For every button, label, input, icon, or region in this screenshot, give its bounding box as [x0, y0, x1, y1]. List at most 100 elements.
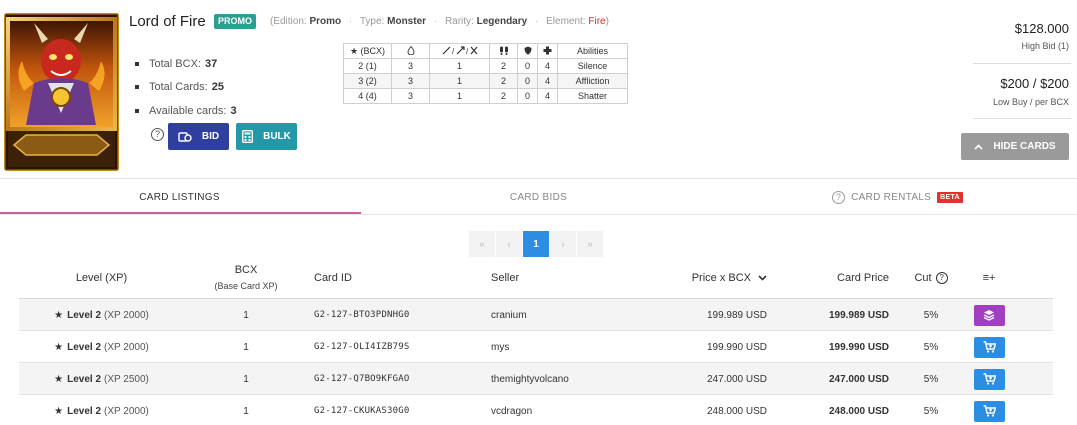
help-icon: ? — [935, 271, 948, 284]
card-id-cell: G2-127-CKUKAS30G0 — [314, 406, 410, 416]
cut-cell: 5% — [923, 405, 939, 417]
table-row: ★ Level 2 (XP 2000) 1 G2-127-OLI4IZB79S mys 19… — [19, 331, 1053, 363]
cart-icon — [983, 341, 996, 353]
level-table-header: ★ (BCX) / / Abilities — [343, 43, 628, 59]
level-cell: ★ Level 2 (XP 2000) — [54, 309, 149, 321]
card-price-column-header[interactable]: Card Price — [779, 256, 889, 299]
bcx-cell: 1 — [243, 405, 249, 417]
level-cell: ★ Level 2 (XP 2000) — [54, 341, 149, 353]
bid-icon — [178, 131, 192, 142]
cut-cell: 5% — [923, 341, 939, 353]
stack-button[interactable] — [973, 304, 1005, 326]
chevron-up-icon — [974, 143, 983, 150]
calculator-icon — [242, 130, 254, 143]
table-row: ★ Level 2 (XP 2000) 1 G2-127-BTO3PDNHG0 crani… — [19, 299, 1053, 331]
rarity-value: Legendary — [476, 16, 528, 27]
bcx-cell: 1 — [243, 309, 249, 321]
card-price-cell: 248.000 USD — [828, 405, 889, 417]
card-id-cell: G2-127-OLI4IZB79S — [314, 342, 410, 352]
price-bcx-cell: 199.990 USD — [706, 341, 767, 353]
level-cell: ★ Level 2 (XP 2000) — [54, 405, 149, 417]
last-page-button[interactable]: » — [577, 231, 603, 257]
svg-text:/: / — [466, 47, 469, 55]
listings-body: ★ Level 2 (XP 2000) 1 G2-127-BTO3PDNHG0 crani… — [19, 299, 1053, 425]
card-id-column-header[interactable]: Card ID — [314, 256, 474, 299]
star-icon: ★ — [54, 309, 64, 321]
add-to-cart-button[interactable] — [973, 368, 1005, 390]
star-icon: ★ — [54, 373, 64, 385]
table-row: ★ Level 2 (XP 2500) 1 G2-127-Q7BO9KFGAO themi… — [19, 363, 1053, 395]
card-stats-list: Total BCX: 37 Total Cards: 25 Available ca… — [135, 52, 237, 123]
edition-label: (Edition: — [270, 16, 307, 27]
next-page-button[interactable]: › — [550, 231, 576, 257]
tab-card-listings[interactable]: CARD LISTINGS — [0, 179, 359, 215]
attack-icon: / / — [429, 43, 490, 59]
card-name: Lord of Fire — [129, 13, 206, 30]
stat-total-bcx: Total BCX: 37 — [135, 52, 237, 76]
pagination: « ‹ 1 › » — [469, 231, 603, 257]
stat-total-cards: Total Cards: 25 — [135, 76, 237, 100]
card-detail-panel: Lord of Fire PROMO (Edition: Promo · Typ… — [0, 0, 1077, 179]
star-icon: ★ — [54, 405, 64, 417]
help-icon[interactable]: ? — [151, 128, 164, 141]
element-label: Element: — [546, 16, 586, 27]
add-to-cart-button[interactable] — [973, 336, 1005, 358]
card-price-cell: 199.990 USD — [828, 341, 889, 353]
element-value: Fire — [588, 16, 606, 27]
sort-down-icon — [758, 274, 767, 281]
tab-card-rentals[interactable]: ? CARD RENTALS BETA — [718, 179, 1077, 215]
action-cell — [969, 299, 1009, 331]
action-cell — [969, 395, 1009, 425]
price-divider — [973, 63, 1071, 64]
listings-table: Level (XP) BCX (Base Card XP) Card ID Se… — [19, 256, 1053, 425]
first-page-button[interactable]: « — [469, 231, 495, 257]
listing-tabs: CARD LISTINGS CARD BIDS ? CARD RENTALS B… — [0, 179, 1077, 215]
table-row: ★ Level 2 (XP 2000) 1 G2-127-CKUKAS30G0 vcdra… — [19, 395, 1053, 425]
help-icon: ? — [832, 190, 846, 204]
type-value: Monster — [387, 16, 427, 27]
price-divider — [973, 118, 1071, 119]
prev-page-button[interactable]: ‹ — [496, 231, 522, 257]
price-bcx-column-header[interactable]: Price x BCX — [619, 256, 767, 299]
health-icon — [537, 43, 558, 59]
bcx-cell: 1 — [243, 341, 249, 353]
card-price-cell: 199.989 USD — [828, 309, 889, 321]
cut-column-header[interactable]: Cut ? — [899, 256, 963, 299]
level-row: 2 (1) 3 1 2 0 4 Silence — [343, 58, 628, 74]
bulk-button[interactable]: BULK — [236, 123, 297, 150]
type-label: Type: — [359, 16, 385, 27]
price-bcx-cell: 247.000 USD — [706, 373, 767, 385]
active-tab-indicator — [0, 212, 361, 214]
card-price-cell: 247.000 USD — [828, 373, 889, 385]
card-image — [4, 13, 119, 171]
high-bid-label: High Bid (1) — [1021, 41, 1069, 51]
cut-cell: 5% — [923, 309, 939, 321]
level-row: 4 (4) 3 1 2 0 4 Shatter — [343, 88, 628, 104]
promo-badge: PROMO — [214, 14, 257, 29]
shield-icon — [517, 43, 538, 59]
hide-cards-button[interactable]: HIDE CARDS — [961, 133, 1069, 160]
svg-text:/: / — [452, 47, 455, 55]
price-bcx-cell: 199.989 USD — [706, 309, 767, 321]
mana-icon — [391, 43, 430, 59]
column-menu-icon[interactable]: ≡+ — [969, 256, 1009, 299]
card-meta: (Edition: Promo · Type: Monster · Rarity… — [270, 16, 609, 27]
high-bid-price: $128.000 — [1014, 21, 1069, 36]
beta-badge: BETA — [937, 191, 963, 203]
card-id-cell: G2-127-BTO3PDNHG0 — [314, 310, 410, 320]
level-stats-table: ★ (BCX) / / Abilities 2 (1) 3 1 2 0 4 Silence 3… — [343, 43, 628, 104]
listings-header: Level (XP) BCX (Base Card XP) Card ID Se… — [19, 256, 1053, 299]
level-column-header[interactable]: Level (XP) — [19, 256, 184, 299]
cart-icon — [983, 373, 996, 385]
level-bcx-header: ★ (BCX) — [343, 43, 392, 59]
page-button-current[interactable]: 1 — [523, 231, 549, 257]
bid-button[interactable]: BID — [168, 123, 229, 150]
tab-card-bids[interactable]: CARD BIDS — [359, 179, 718, 215]
bcx-cell: 1 — [243, 373, 249, 385]
low-buy-price: $200 / $200 — [1000, 76, 1069, 91]
action-cell — [969, 331, 1009, 363]
bcx-column-header[interactable]: BCX (Base Card XP) — [197, 256, 295, 299]
abilities-header: Abilities — [557, 43, 628, 59]
add-to-cart-button[interactable] — [973, 400, 1005, 422]
low-buy-label: Low Buy / per BCX — [992, 97, 1069, 107]
